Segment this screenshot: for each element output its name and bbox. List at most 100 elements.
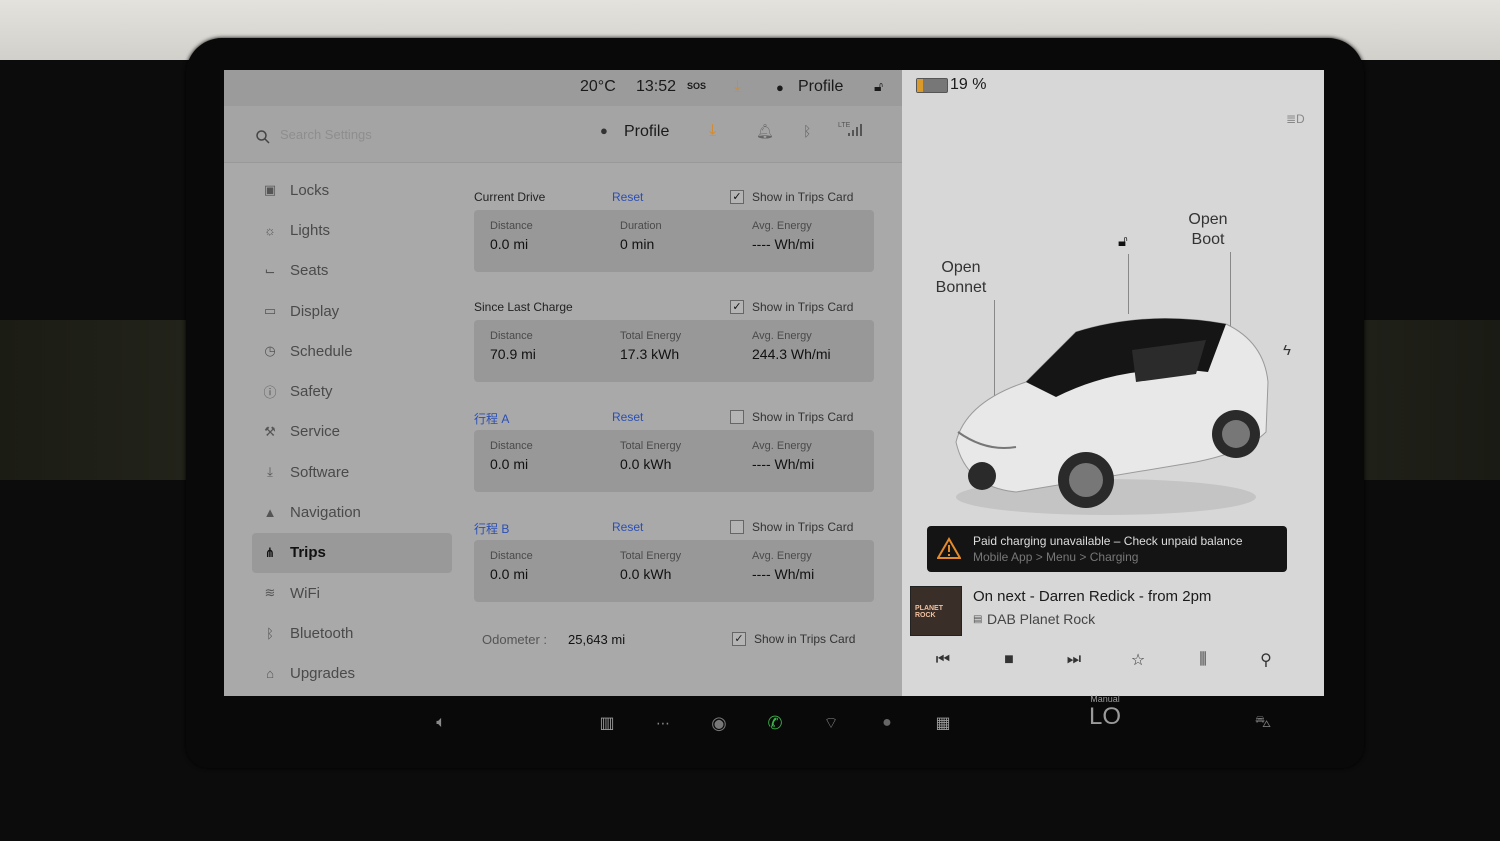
stat-value: ---- Wh/mi: [752, 456, 815, 472]
sidebar-item-service[interactable]: ⚒ Service: [252, 412, 452, 452]
stat-label: Total Energy: [620, 330, 682, 342]
previous-track-icon[interactable]: ⏮︎: [929, 648, 957, 672]
sidebar-item-label: Trips: [290, 544, 326, 562]
alert-subtitle: Mobile App > Menu > Charging: [973, 550, 1139, 564]
charging-alert[interactable]: Paid charging unavailable – Check unpaid…: [927, 526, 1287, 572]
download-icon[interactable]: ⤓: [734, 78, 741, 96]
media-search-icon[interactable]: ⚲: [1252, 648, 1280, 672]
temperature: 20°C: [580, 78, 616, 95]
phone-icon[interactable]: ✆: [762, 710, 788, 736]
profile-button[interactable]: Profile: [798, 78, 843, 96]
trip-b-name[interactable]: 行程 B: [474, 520, 509, 537]
show-in-trips-label: Show in Trips Card: [752, 410, 854, 424]
show-in-trips-checkbox[interactable]: [730, 520, 744, 534]
navigation-icon: ▲: [263, 505, 277, 521]
sidebar-item-wifi[interactable]: ≋ WiFi: [252, 573, 452, 613]
open-boot-line1: Open: [1188, 211, 1228, 228]
radio-icon: ▤: [973, 614, 983, 625]
show-in-trips-label: Show in Trips Card: [752, 300, 854, 314]
since-last-charge-header: Since Last Charge ✓ Show in Trips Card: [474, 292, 874, 320]
more-apps-icon[interactable]: ⋯: [650, 710, 676, 736]
sidebar-item-software[interactable]: ⤓ Software: [252, 452, 452, 492]
search-input[interactable]: [278, 120, 482, 148]
profile-icon[interactable]: ●: [776, 80, 784, 95]
headlights-icon[interactable]: ≣D: [1286, 112, 1305, 126]
bluetooth-icon[interactable]: ᛒ: [803, 123, 811, 139]
sidebar-item-label: Display: [290, 302, 340, 320]
stat-value: 70.9 mi: [490, 346, 536, 362]
sidebar-item-seats[interactable]: ⌙ Seats: [252, 251, 452, 291]
energy-app-icon[interactable]: ▥: [594, 710, 620, 736]
trip-b-header: 行程 B Reset Show in Trips Card: [474, 512, 874, 540]
sidebar-item-label: Service: [290, 423, 341, 441]
sidebar-item-label: WiFi: [290, 584, 320, 602]
battery-percent: 19 %: [950, 76, 987, 93]
show-in-trips-checkbox[interactable]: [730, 410, 744, 424]
sidebar-item-label: Navigation: [290, 504, 361, 522]
stat-value: 244.3 Wh/mi: [752, 346, 831, 362]
sidebar-item-bluetooth[interactable]: ᛒ Bluetooth: [252, 613, 452, 653]
equalizer-icon[interactable]: ⫼: [1189, 648, 1217, 672]
stat-label: Total Energy: [620, 440, 682, 452]
sidebar-item-safety[interactable]: ⓘ Safety: [252, 371, 452, 411]
odometer-row: Odometer : 25,643 mi ✓ Show in Trips Car…: [474, 622, 874, 652]
stop-icon[interactable]: ■: [995, 648, 1023, 672]
sidebar-item-trips[interactable]: ⋔ Trips: [252, 532, 452, 573]
car-model-image[interactable]: [946, 302, 1276, 522]
upgrades-icon: ⌂: [266, 666, 274, 682]
reset-button[interactable]: Reset: [612, 190, 643, 204]
current-drive-header: Current Drive Reset ✓ Show in Trips Card: [474, 182, 874, 210]
sidebar-item-label: Schedule: [290, 342, 353, 360]
safety-icon: ⓘ: [263, 385, 277, 401]
stat-label: Avg. Energy: [752, 550, 812, 562]
sidebar-item-lights[interactable]: ☼ Lights: [252, 210, 452, 250]
volume-icon[interactable]: 🔈︎: [428, 710, 454, 736]
software-download-icon[interactable]: ⤓: [709, 122, 716, 140]
stat-label: Distance: [490, 550, 533, 562]
sidebar-item-locks[interactable]: ▣ Locks: [252, 170, 452, 210]
stat-label: Avg. Energy: [752, 440, 812, 452]
bell-icon[interactable]: 🔔︎: [756, 123, 774, 140]
next-track-icon[interactable]: ⏭︎: [1060, 648, 1088, 672]
sidebar-item-navigation[interactable]: ▲ Navigation: [252, 492, 452, 532]
section-title: Current Drive: [474, 190, 546, 204]
stat-value: 0.0 mi: [490, 566, 529, 582]
car-controls-icon[interactable]: ⛍: [1250, 710, 1276, 736]
camera-app-icon[interactable]: ◉: [706, 710, 732, 736]
charge-port-icon[interactable]: ϟ: [1283, 342, 1291, 359]
show-in-trips-checkbox[interactable]: ✓: [732, 632, 746, 646]
alert-title: Paid charging unavailable – Check unpaid…: [973, 534, 1243, 548]
stat-label: Distance: [490, 220, 533, 232]
reset-button[interactable]: Reset: [612, 410, 643, 424]
sidebar-item-schedule[interactable]: ◷ Schedule: [252, 331, 452, 371]
open-boot-button[interactable]: Open Boot: [1178, 210, 1238, 250]
lock-icon: ▣: [263, 182, 277, 198]
sidebar-item-display[interactable]: ▭ Display: [252, 291, 452, 331]
odometer-label: Odometer :: [482, 632, 548, 647]
favorite-icon[interactable]: ☆: [1124, 648, 1152, 672]
header-profile-button[interactable]: Profile: [624, 123, 669, 141]
media-player: PLANET ROCK On next - Darren Redick - fr…: [910, 580, 1310, 696]
trip-a-name[interactable]: 行程 A: [474, 410, 509, 427]
reset-button[interactable]: Reset: [612, 520, 643, 534]
stat-value: 0.0 kWh: [620, 456, 672, 472]
warning-icon: [937, 537, 961, 559]
status-bar: 20°C 13:52 SOS ⤓ ● Profile 🔓︎: [224, 70, 902, 106]
show-in-trips-checkbox[interactable]: ✓: [730, 190, 744, 204]
car-unlock-icon[interactable]: 🔓︎: [1118, 233, 1128, 250]
stat-label: Total Energy: [620, 550, 682, 562]
unlock-icon[interactable]: 🔓︎: [874, 78, 883, 95]
climate-control[interactable]: Manual LO: [1084, 694, 1126, 730]
sidebar-item-label: Locks: [290, 181, 330, 199]
schedule-icon: ◷: [264, 343, 276, 359]
wiper-icon[interactable]: ⌔: [818, 710, 844, 736]
section-title: Since Last Charge: [474, 300, 573, 314]
sos-icon[interactable]: SOS: [687, 81, 706, 91]
sidebar-item-upgrades[interactable]: ⌂ Upgrades: [252, 654, 452, 694]
show-in-trips-checkbox[interactable]: ✓: [730, 300, 744, 314]
dashcam-icon[interactable]: ●: [874, 710, 900, 736]
battery-level-fill: [917, 79, 923, 92]
calendar-app-icon[interactable]: ▦: [930, 710, 956, 736]
open-bonnet-button[interactable]: Open Bonnet: [924, 258, 998, 298]
stat-value: 0.0 mi: [490, 236, 529, 252]
